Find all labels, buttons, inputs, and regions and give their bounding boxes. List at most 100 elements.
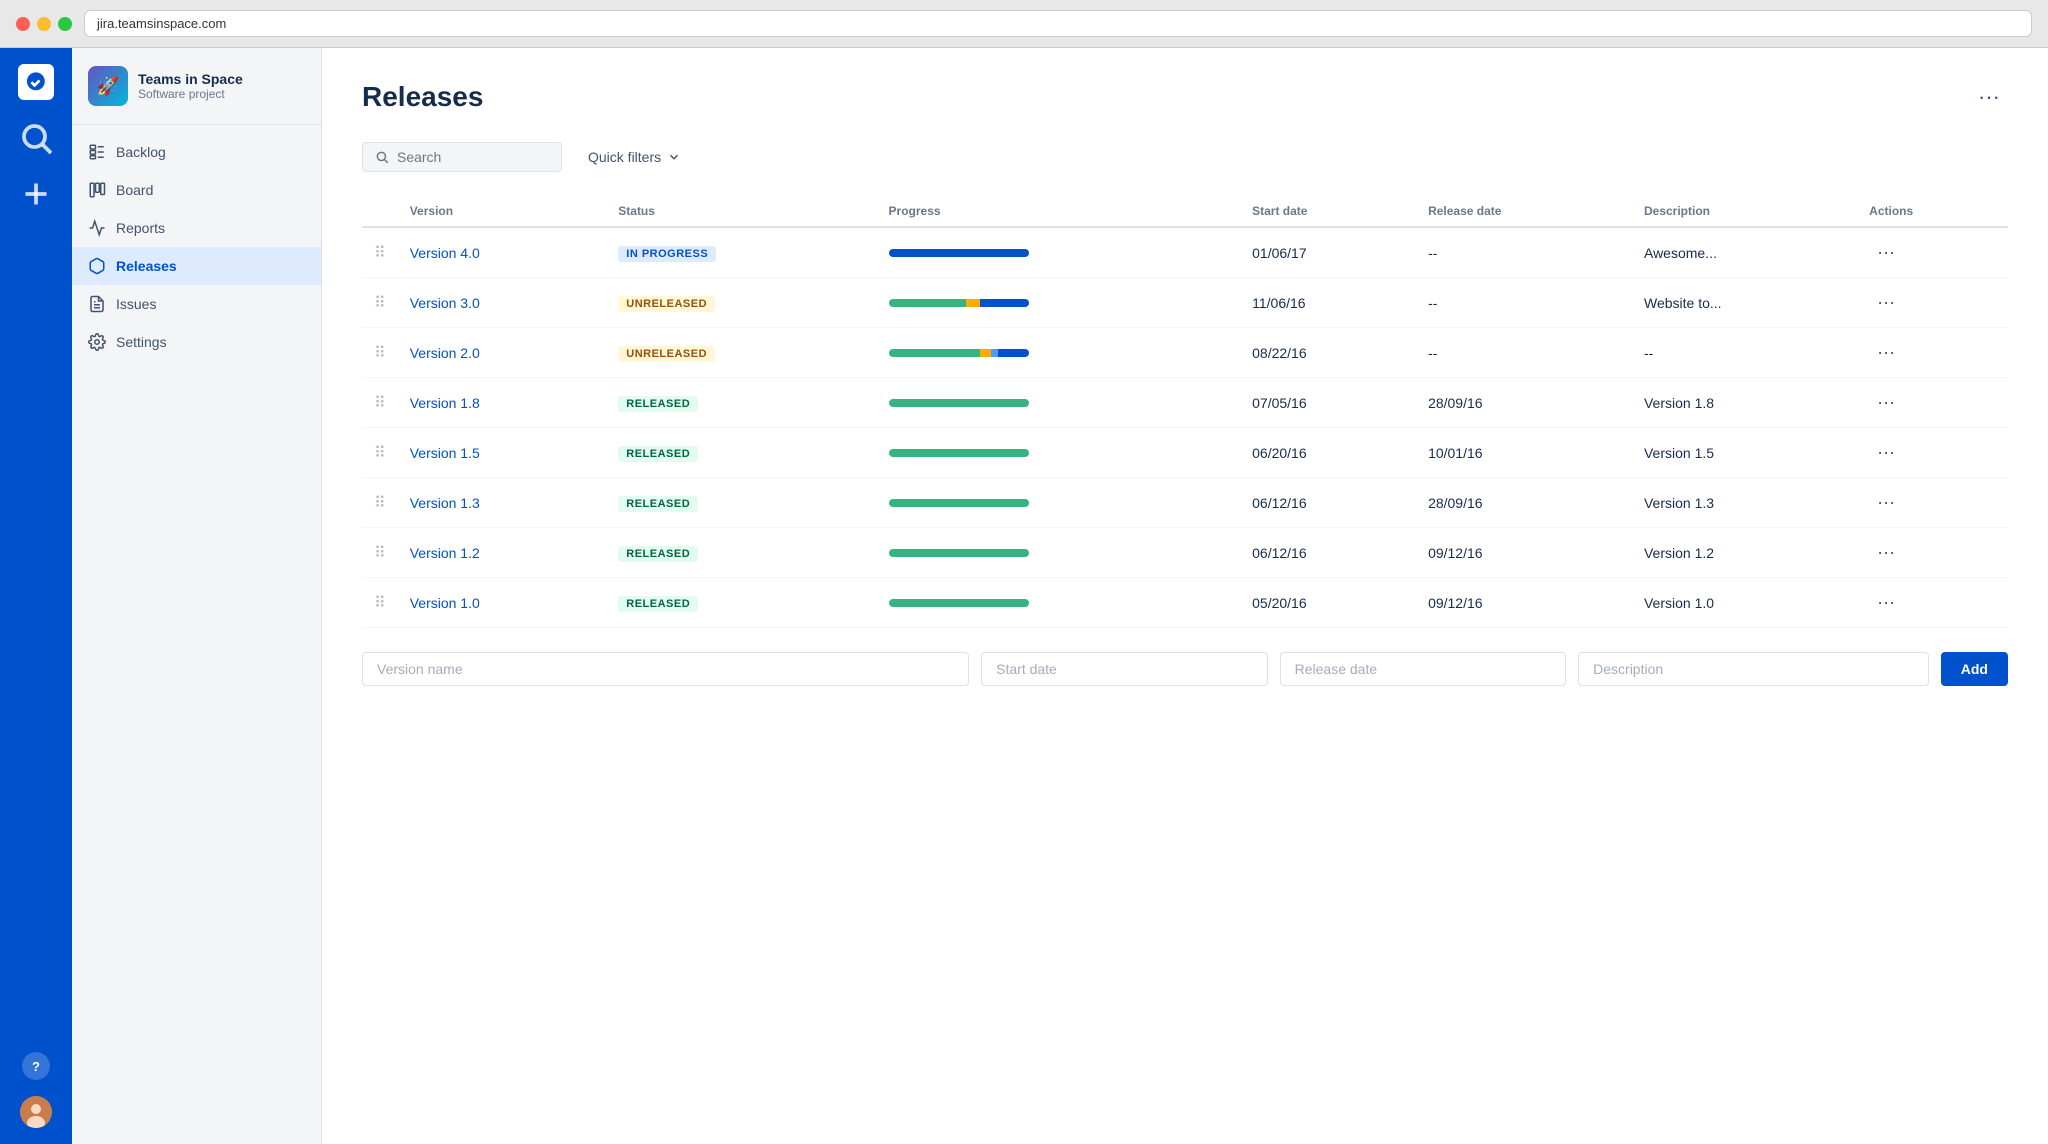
address-bar[interactable]: jira.teamsinspace.com (84, 10, 2032, 37)
drag-handle[interactable]: ⠿ (362, 478, 398, 528)
add-button[interactable]: Add (1941, 652, 2008, 686)
description-text: Awesome... (1632, 227, 1857, 278)
release-date: -- (1416, 227, 1632, 278)
row-actions[interactable]: ··· (1857, 278, 2008, 328)
drag-handle[interactable]: ⠿ (362, 378, 398, 428)
row-actions[interactable]: ··· (1857, 227, 2008, 278)
drag-handle[interactable]: ⠿ (362, 578, 398, 628)
releases-body: ⠿Version 4.0IN PROGRESS01/06/17--Awesome… (362, 227, 2008, 628)
start-date: 11/06/16 (1240, 278, 1416, 328)
table-row: ⠿Version 1.2RELEASED06/12/1609/12/16Vers… (362, 528, 2008, 578)
quick-filters-button[interactable]: Quick filters (574, 142, 695, 172)
start-date: 06/12/16 (1240, 528, 1416, 578)
row-actions-button[interactable]: ··· (1869, 540, 1903, 565)
progress-bar (877, 378, 1241, 428)
page-header: Releases ··· (362, 80, 2008, 114)
progress-bar (877, 528, 1241, 578)
chevron-down-icon (667, 150, 681, 164)
release-date: 10/01/16 (1416, 428, 1632, 478)
row-actions-button[interactable]: ··· (1869, 240, 1903, 265)
start-date: 01/06/17 (1240, 227, 1416, 278)
version-name[interactable]: Version 2.0 (398, 328, 607, 378)
description-input[interactable] (1578, 652, 1929, 686)
row-actions[interactable]: ··· (1857, 378, 2008, 428)
description-text: -- (1632, 328, 1857, 378)
sidebar-label-issues: Issues (116, 296, 156, 312)
col-drag (362, 196, 398, 227)
row-actions[interactable]: ··· (1857, 578, 2008, 628)
sidebar-label-settings: Settings (116, 334, 167, 350)
drag-handle[interactable]: ⠿ (362, 278, 398, 328)
version-name[interactable]: Version 1.0 (398, 578, 607, 628)
sidebar-item-releases[interactable]: Releases (72, 247, 321, 285)
table-row: ⠿Version 1.5RELEASED06/20/1610/01/16Vers… (362, 428, 2008, 478)
description-text: Version 1.5 (1632, 428, 1857, 478)
version-name[interactable]: Version 1.2 (398, 528, 607, 578)
drag-handle[interactable]: ⠿ (362, 227, 398, 278)
col-version: Version (398, 196, 607, 227)
status-badge: RELEASED (606, 478, 876, 528)
main-content: Releases ··· Quick filters (322, 48, 2048, 1144)
maximize-button[interactable] (58, 17, 72, 31)
description-text: Website to... (1632, 278, 1857, 328)
status-badge: IN PROGRESS (606, 227, 876, 278)
row-actions[interactable]: ··· (1857, 328, 2008, 378)
global-nav-bottom: ? (20, 1052, 52, 1128)
user-avatar[interactable] (20, 1096, 52, 1128)
minimize-button[interactable] (37, 17, 51, 31)
browser-chrome: jira.teamsinspace.com (0, 0, 2048, 48)
version-name[interactable]: Version 1.8 (398, 378, 607, 428)
project-icon: 🚀 (88, 66, 128, 106)
search-nav-icon[interactable] (18, 120, 54, 156)
row-actions-button[interactable]: ··· (1869, 490, 1903, 515)
start-date: 06/12/16 (1240, 478, 1416, 528)
version-name[interactable]: Version 1.5 (398, 428, 607, 478)
table-header: Version Status Progress Start date Relea… (362, 196, 2008, 227)
sidebar-item-issues[interactable]: Issues (72, 285, 321, 323)
progress-bar (877, 227, 1241, 278)
table-row: ⠿Version 2.0UNRELEASED08/22/16----··· (362, 328, 2008, 378)
global-nav: ? (0, 48, 72, 1144)
version-name[interactable]: Version 1.3 (398, 478, 607, 528)
description-text: Version 1.3 (1632, 478, 1857, 528)
drag-handle[interactable]: ⠿ (362, 428, 398, 478)
sidebar-label-board: Board (116, 182, 153, 198)
version-name[interactable]: Version 3.0 (398, 278, 607, 328)
table-row: ⠿Version 1.0RELEASED05/20/1609/12/16Vers… (362, 578, 2008, 628)
app-logo[interactable] (18, 64, 54, 100)
sidebar-item-backlog[interactable]: Backlog (72, 133, 321, 171)
search-input[interactable] (397, 149, 549, 165)
drag-handle[interactable]: ⠿ (362, 328, 398, 378)
help-button[interactable]: ? (22, 1052, 50, 1080)
drag-handle[interactable]: ⠿ (362, 528, 398, 578)
toolbar: Quick filters (362, 142, 2008, 172)
release-date: 28/09/16 (1416, 378, 1632, 428)
release-date: -- (1416, 328, 1632, 378)
more-actions-button[interactable]: ··· (1970, 80, 2008, 114)
row-actions-button[interactable]: ··· (1869, 290, 1903, 315)
row-actions[interactable]: ··· (1857, 478, 2008, 528)
progress-bar (877, 328, 1241, 378)
release-date: 09/12/16 (1416, 578, 1632, 628)
page-title: Releases (362, 81, 483, 113)
sidebar-item-board[interactable]: Board (72, 171, 321, 209)
version-name-input[interactable] (362, 652, 969, 686)
col-actions: Actions (1857, 196, 2008, 227)
sidebar-item-reports[interactable]: Reports (72, 209, 321, 247)
status-badge: RELEASED (606, 378, 876, 428)
project-info: Teams in Space Software project (138, 71, 243, 101)
row-actions-button[interactable]: ··· (1869, 340, 1903, 365)
row-actions-button[interactable]: ··· (1869, 390, 1903, 415)
release-date-input[interactable] (1280, 652, 1567, 686)
row-actions-button[interactable]: ··· (1869, 440, 1903, 465)
sidebar-item-settings[interactable]: Settings (72, 323, 321, 361)
start-date: 07/05/16 (1240, 378, 1416, 428)
row-actions-button[interactable]: ··· (1869, 590, 1903, 615)
row-actions[interactable]: ··· (1857, 428, 2008, 478)
row-actions[interactable]: ··· (1857, 528, 2008, 578)
create-nav-icon[interactable] (18, 176, 54, 212)
start-date-input[interactable] (981, 652, 1268, 686)
col-description: Description (1632, 196, 1857, 227)
close-button[interactable] (16, 17, 30, 31)
version-name[interactable]: Version 4.0 (398, 227, 607, 278)
